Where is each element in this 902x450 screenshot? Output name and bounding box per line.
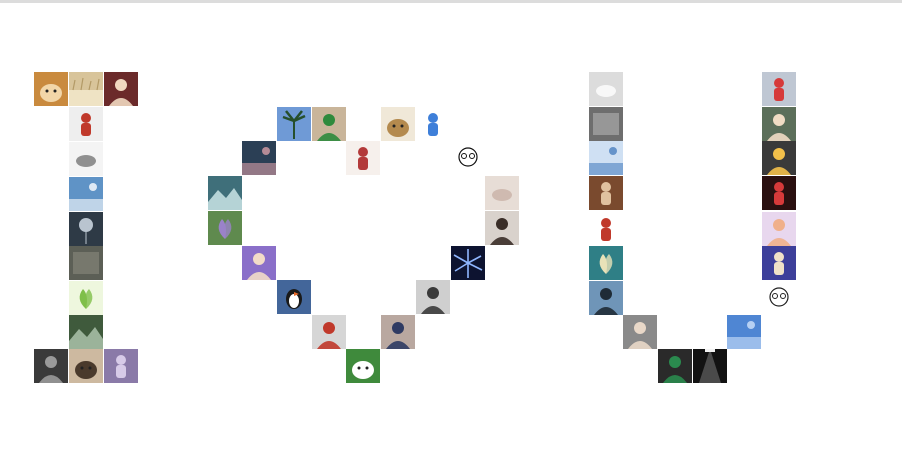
red-character-avatar-image xyxy=(69,107,103,141)
cat-sleeping-photo[interactable] xyxy=(69,349,103,383)
palm-tree-sky-photo-image xyxy=(277,107,311,141)
anime-purple-character-avatar[interactable] xyxy=(762,246,796,280)
van-gogh-blossom-photo-image xyxy=(589,246,623,280)
camel-cartoon-photo-image xyxy=(381,107,415,141)
ocean-sunset-photo-image xyxy=(242,141,276,175)
girl-long-hair-sketch-avatar[interactable] xyxy=(762,281,796,315)
grey-street-photo[interactable] xyxy=(69,246,103,280)
baby-hand-photo-image xyxy=(485,176,519,210)
cartoon-girl-flowers-avatar[interactable] xyxy=(762,212,796,246)
ocean-sunset-photo[interactable] xyxy=(242,141,276,175)
white-feather-photo[interactable] xyxy=(589,72,623,106)
photo-wall-i-heart-u xyxy=(0,0,902,450)
galaxy-photo-image xyxy=(451,246,485,280)
man-red-shirt-photo[interactable] xyxy=(312,315,346,349)
forest-road-photo-image xyxy=(69,315,103,349)
brown-room-photo[interactable] xyxy=(589,176,623,210)
wheat-field-photo-image xyxy=(69,72,103,106)
shiba-dog-photo[interactable] xyxy=(34,72,68,106)
athlete-green-jersey-photo-image xyxy=(658,349,692,383)
man-red-shirt-photo-image xyxy=(312,315,346,349)
glasses-boy-photo[interactable] xyxy=(381,315,415,349)
glasses-sketch-avatar-image xyxy=(451,141,485,175)
galaxy-photo[interactable] xyxy=(451,246,485,280)
red-hat-anime-avatar-image xyxy=(762,176,796,210)
mountain-lake-photo-image xyxy=(208,176,242,210)
ultraman-toy-photo-image xyxy=(762,72,796,106)
white-feather-photo-image xyxy=(589,72,623,106)
blue-sky-photo-image xyxy=(727,315,761,349)
brown-room-photo-image xyxy=(589,176,623,210)
husky-santa-hat-photo-image xyxy=(346,349,380,383)
clover-leaf-photo[interactable] xyxy=(69,281,103,315)
blue-sky-window-photo[interactable] xyxy=(589,141,623,175)
shadow-person-photo[interactable] xyxy=(589,281,623,315)
anime-purple-character-avatar-image xyxy=(762,246,796,280)
red-character-avatar[interactable] xyxy=(69,107,103,141)
stitch-cartoon-avatar[interactable] xyxy=(416,107,450,141)
young-man-portrait-photo-image xyxy=(485,211,519,245)
shadow-person-photo-image xyxy=(589,281,623,315)
bald-man-photo[interactable] xyxy=(623,315,657,349)
cartoon-girl-flowers-avatar-image xyxy=(762,212,796,246)
shiba-dog-photo-image xyxy=(34,72,68,106)
puffin-bird-photo[interactable] xyxy=(277,280,311,314)
sky-building-photo[interactable] xyxy=(69,177,103,211)
grey-street-photo-image xyxy=(69,246,103,280)
van-gogh-blossom-photo[interactable] xyxy=(589,246,623,280)
camel-cartoon-photo[interactable] xyxy=(381,107,415,141)
red-hat-anime-avatar[interactable] xyxy=(762,176,796,210)
smiling-boy-photo[interactable] xyxy=(312,107,346,141)
lavender-field-photo[interactable] xyxy=(208,211,242,245)
forest-road-photo[interactable] xyxy=(69,315,103,349)
dark-text-poster-photo[interactable] xyxy=(589,107,623,141)
glasses-boy-photo-image xyxy=(381,315,415,349)
puffin-bird-photo-image xyxy=(277,280,311,314)
mountain-lake-photo[interactable] xyxy=(208,176,242,210)
woman-bw-portrait-photo[interactable] xyxy=(416,280,450,314)
man-silhouette-photo[interactable] xyxy=(34,349,68,383)
palm-tree-sky-photo[interactable] xyxy=(277,107,311,141)
red-rose-girl-photo-image xyxy=(589,212,623,246)
young-man-portrait-photo[interactable] xyxy=(485,211,519,245)
husky-santa-hat-photo[interactable] xyxy=(346,349,380,383)
stage-spotlight-photo[interactable] xyxy=(693,349,727,383)
balloon-night-photo[interactable] xyxy=(69,212,103,246)
blue-sky-photo[interactable] xyxy=(727,315,761,349)
boxing-kids-photo-image xyxy=(346,141,380,175)
red-rose-girl-photo[interactable] xyxy=(589,212,623,246)
blond-boy-photo[interactable] xyxy=(762,107,796,141)
lavender-field-photo-image xyxy=(208,211,242,245)
blue-sky-window-photo-image xyxy=(589,141,623,175)
purple-figure-photo-image xyxy=(104,349,138,383)
smiling-boy-photo-image xyxy=(312,107,346,141)
man-silhouette-photo-image xyxy=(34,349,68,383)
naruto-anime-avatar-image xyxy=(762,141,796,175)
anime-boy-avatar-image xyxy=(242,246,276,280)
cartoon-girl-avatar-image xyxy=(104,72,138,106)
grey-shoe-photo-image xyxy=(69,142,103,176)
baby-hand-photo[interactable] xyxy=(485,176,519,210)
grey-shoe-photo[interactable] xyxy=(69,142,103,176)
balloon-night-photo-image xyxy=(69,212,103,246)
dark-text-poster-photo-image xyxy=(589,107,623,141)
glasses-sketch-avatar[interactable] xyxy=(451,141,485,175)
woman-bw-portrait-photo-image xyxy=(416,280,450,314)
clover-leaf-photo-image xyxy=(69,281,103,315)
athlete-green-jersey-photo[interactable] xyxy=(658,349,692,383)
stitch-cartoon-avatar-image xyxy=(416,107,450,141)
anime-boy-avatar[interactable] xyxy=(242,246,276,280)
naruto-anime-avatar[interactable] xyxy=(762,141,796,175)
girl-long-hair-sketch-avatar-image xyxy=(762,281,796,315)
cat-sleeping-photo-image xyxy=(69,349,103,383)
ultraman-toy-photo[interactable] xyxy=(762,72,796,106)
purple-figure-photo[interactable] xyxy=(104,349,138,383)
blond-boy-photo-image xyxy=(762,107,796,141)
bald-man-photo-image xyxy=(623,315,657,349)
sky-building-photo-image xyxy=(69,177,103,211)
stage-spotlight-photo-image xyxy=(693,349,727,383)
boxing-kids-photo[interactable] xyxy=(346,141,380,175)
wheat-field-photo[interactable] xyxy=(69,72,103,106)
cartoon-girl-avatar[interactable] xyxy=(104,72,138,106)
